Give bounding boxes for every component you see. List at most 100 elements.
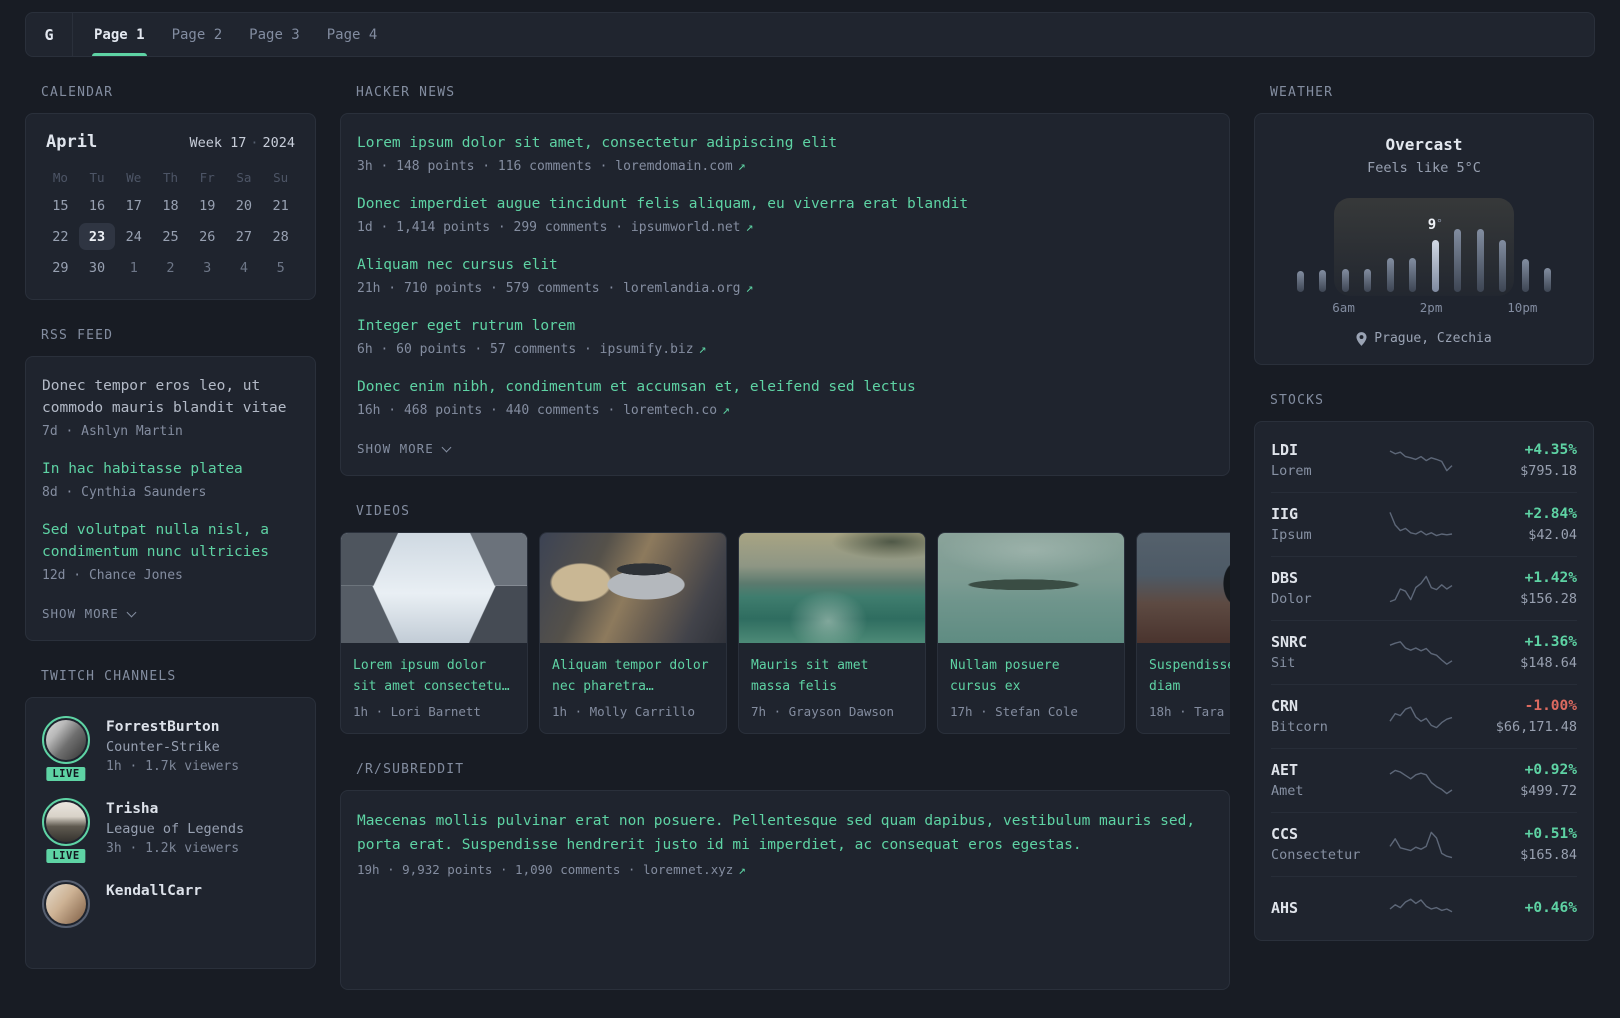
twitch-channel-name[interactable]: KendallCarr [106,881,202,901]
stock-ticker[interactable]: CRN [1271,696,1375,717]
stock-row[interactable]: DBS Dolor +1.42% $156.28 [1271,556,1577,620]
tab-page-4[interactable]: Page 4 [327,13,378,56]
tab-page-2[interactable]: Page 2 [172,13,223,56]
hackernews-widget-title: HACKER NEWS [356,85,456,100]
weather-chart: 9° [1289,198,1559,296]
twitch-channel-category[interactable]: League of Legends [106,819,244,839]
stock-row[interactable]: AHS +0.46% [1271,876,1577,940]
stock-name: Consectetur [1271,847,1361,863]
video-meta[interactable]: 17h · Stefan Cole [950,703,1112,721]
stock-ticker[interactable]: LDI [1271,440,1375,461]
videos-widget: VIDEOS Lorem ipsum dolor sit amet consec… [340,504,1230,734]
rss-show-more-button[interactable]: SHOW MORE [42,606,137,621]
stock-sparkline [1375,637,1467,669]
field-figure-thumbnail[interactable] [1137,533,1230,643]
hn-item-meta[interactable]: 1d · 1,414 points · 299 comments · ipsum… [357,218,1213,238]
rss-item: In hac habitasse platea 8d · Cynthia Sau… [42,458,299,503]
hn-item-title[interactable]: Lorem ipsum dolor sit amet, consectetur … [357,132,1213,154]
external-link-icon: ↗ [737,159,746,174]
tab-page-1[interactable]: Page 1 [92,13,147,56]
stock-ticker[interactable]: AHS [1271,898,1375,919]
video-meta[interactable]: 1h · Lori Barnett [353,703,515,721]
twitch-channel-category[interactable]: Counter-Strike [106,737,239,757]
hour-tick-label [1377,300,1399,315]
twitch-channel-name[interactable]: ForrestBurton [106,717,239,737]
stock-row[interactable]: IIG Ipsum +2.84% $42.04 [1271,492,1577,556]
weather-location-row: Prague, Czechia [1275,331,1573,346]
stock-row[interactable]: AET Amet +0.92% $499.72 [1271,748,1577,812]
calendar-day: 24 [125,228,142,245]
twitch-channel-row[interactable]: LIVE Trisha League of Legends 3h · 1.2k … [42,798,299,866]
hn-item-meta[interactable]: 21h · 710 points · 579 comments · loreml… [357,279,1213,299]
sea-boat-thumbnail[interactable] [739,533,925,643]
hn-item-title[interactable]: Donec enim nibh, condimentum et accumsan… [357,376,1213,398]
external-link-icon: ↗ [738,862,746,877]
video-card[interactable]: Lorem ipsum dolor sit amet consectetu… 1… [340,532,528,734]
calendar-card: April Week 17 · 2024 Mo Tu We Th Fr Sa Su 15 16 17 1… [25,113,316,300]
stock-row[interactable]: LDI Lorem +4.35% $795.18 [1271,428,1577,492]
tab-page-3[interactable]: Page 3 [249,13,300,56]
twitch-channel-meta: 3h · 1.2k viewers [106,841,240,856]
hn-item-title[interactable]: Integer eget rutrum lorem [357,315,1213,337]
video-meta[interactable]: 1h · Molly Carrillo [552,703,714,721]
rss-item-title[interactable]: Sed volutpat nulla nisl, a condimentum n… [42,519,299,563]
towers-thumbnail[interactable] [341,533,527,643]
twitch-avatar-wrap [42,880,90,928]
trisha-avatar[interactable] [42,798,90,846]
video-title[interactable]: Nullam posuere cursus ex [950,655,1112,697]
rss-item-title[interactable]: In hac habitasse platea [42,458,299,480]
forrest-avatar[interactable] [42,716,90,764]
stock-ticker[interactable]: CCS [1271,824,1375,845]
weather-widget: WEATHER Overcast Feels like 5°C 9° 6am 2p… [1254,85,1594,365]
video-card[interactable]: Nullam posuere cursus ex 17h · Stefan Co… [937,532,1125,734]
hn-item-meta[interactable]: 6h · 60 points · 57 comments · ipsumify.… [357,340,1213,360]
video-card[interactable]: Mauris sit amet massa felis 7h · Grayson… [738,532,926,734]
video-title[interactable]: Lorem ipsum dolor sit amet consectetu… [353,655,515,697]
stock-ticker[interactable]: IIG [1271,504,1375,525]
hour-tick-label [1289,300,1311,315]
calendar-header: April Week 17 · 2024 [42,132,299,152]
stock-ticker[interactable]: SNRC [1271,632,1375,653]
hn-item-title[interactable]: Aliquam nec cursus elit [357,254,1213,276]
hackernews-widget: HACKER NEWS Lorem ipsum dolor sit amet, … [340,85,1230,476]
hn-item-meta[interactable]: 16h · 468 points · 440 comments · loremt… [357,401,1213,421]
video-card[interactable]: Suspendisse diam 18h · Tara [1136,532,1230,734]
video-title[interactable]: Suspendisse diam [1149,655,1230,697]
stock-ticker[interactable]: DBS [1271,568,1375,589]
hour-tick-label [1355,300,1377,315]
twitch-channel-row[interactable]: LIVE ForrestBurton Counter-Strike 1h · 1… [42,716,299,784]
video-meta[interactable]: 7h · Grayson Dawson [751,703,913,721]
stock-ticker[interactable]: AET [1271,760,1375,781]
hn-show-more-button[interactable]: SHOW MORE [357,441,452,456]
hn-item-title[interactable]: Donec imperdiet augue tincidunt felis al… [357,193,1213,215]
camera-thumbnail[interactable] [540,533,726,643]
reddit-post-meta[interactable]: 19h · 9,932 points · 1,090 comments · lo… [357,860,1213,880]
hour-bar [1296,271,1304,292]
chevron-down-icon [126,607,137,617]
twitch-channel-info: Trisha League of Legends 3h · 1.2k viewe… [106,798,244,858]
twitch-channel-info: KendallCarr [106,880,202,928]
calendar-widget: CALENDAR April Week 17 · 2024 Mo Tu We Th Fr Sa… [25,85,316,300]
video-title[interactable]: Aliquam tempor dolor nec pharetra… [552,655,714,697]
external-link-icon: ↗ [745,220,754,235]
video-body: Nullam posuere cursus ex 17h · Stefan Co… [938,643,1124,733]
chevron-down-icon [441,442,452,452]
twitch-channel-row[interactable]: KendallCarr [42,880,299,928]
kendall-avatar[interactable] [42,880,90,928]
video-meta[interactable]: 18h · Tara [1149,703,1230,721]
stock-change: +1.36% [1524,634,1577,650]
stock-row[interactable]: SNRC Sit +1.36% $148.64 [1271,620,1577,684]
video-title[interactable]: Mauris sit amet massa felis [751,655,913,697]
reddit-post-title[interactable]: Maecenas mollis pulvinar erat non posuer… [357,809,1213,857]
rss-item-title[interactable]: Donec tempor eros leo, ut commodo mauris… [42,375,299,419]
canoe-thumbnail[interactable] [938,533,1124,643]
stock-sparkline [1375,444,1467,476]
dot-separator: · [250,135,259,151]
twitch-channel-name[interactable]: Trisha [106,799,244,819]
hn-item-meta[interactable]: 3h · 148 points · 116 comments · loremdo… [357,157,1213,177]
video-body: Suspendisse diam 18h · Tara [1137,643,1230,733]
stock-row[interactable]: CRN Bitcorn -1.00% $66,171.48 [1271,684,1577,748]
stock-row[interactable]: CCS Consectetur +0.51% $165.84 [1271,812,1577,876]
app-logo[interactable]: G [26,13,73,56]
video-card[interactable]: Aliquam tempor dolor nec pharetra… 1h · … [539,532,727,734]
